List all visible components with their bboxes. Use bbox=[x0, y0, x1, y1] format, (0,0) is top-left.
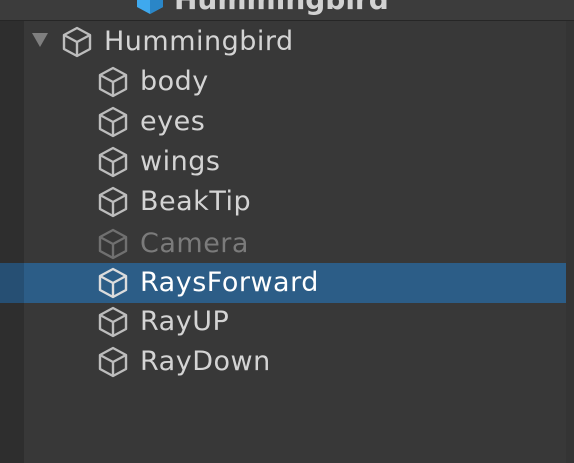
hierarchy-header: Hummingbird bbox=[0, 0, 574, 21]
cube-icon bbox=[98, 66, 128, 98]
hierarchy-item-label: RaysForward bbox=[140, 267, 319, 298]
cube-icon bbox=[62, 26, 92, 58]
hierarchy-item-body[interactable]: body bbox=[0, 62, 566, 102]
hierarchy-panel: Hummingbird Hummingbird body bbox=[0, 0, 574, 463]
hierarchy-item-raydown[interactable]: RayDown bbox=[0, 342, 566, 382]
hierarchy-item-label: RayDown bbox=[140, 346, 271, 377]
cube-icon bbox=[98, 267, 128, 299]
hierarchy-item-eyes[interactable]: eyes bbox=[0, 102, 566, 142]
cube-icon bbox=[98, 346, 128, 378]
cube-icon bbox=[98, 186, 128, 218]
foldout-expanded-icon[interactable] bbox=[32, 33, 48, 47]
hierarchy-item-label: RayUP bbox=[140, 306, 230, 337]
hierarchy-item-label: BeakTip bbox=[140, 186, 252, 217]
hierarchy-item-label: body bbox=[140, 66, 209, 97]
hierarchy-item-raysforward[interactable]: RaysForward bbox=[0, 263, 566, 303]
cube-icon bbox=[98, 228, 128, 260]
hierarchy-item-beaktip[interactable]: BeakTip bbox=[0, 182, 566, 222]
hierarchy-item-rayup[interactable]: RayUP bbox=[0, 302, 566, 342]
hierarchy-item-wings[interactable]: wings bbox=[0, 142, 566, 182]
prefab-cube-icon bbox=[137, 0, 163, 14]
selection-gutter bbox=[0, 263, 24, 303]
hierarchy-item-label: eyes bbox=[140, 106, 206, 137]
cube-icon bbox=[98, 106, 128, 138]
hierarchy-item-label: Camera bbox=[140, 228, 249, 259]
cube-icon bbox=[98, 306, 128, 338]
hierarchy-item-camera[interactable]: Camera bbox=[0, 224, 566, 264]
hierarchy-root-label: Hummingbird bbox=[104, 26, 294, 57]
hierarchy-root-row[interactable]: Hummingbird bbox=[0, 22, 566, 62]
hierarchy-item-label: wings bbox=[140, 146, 221, 177]
cube-icon bbox=[98, 146, 128, 178]
right-edge bbox=[566, 21, 574, 463]
header-title: Hummingbird bbox=[174, 0, 389, 17]
